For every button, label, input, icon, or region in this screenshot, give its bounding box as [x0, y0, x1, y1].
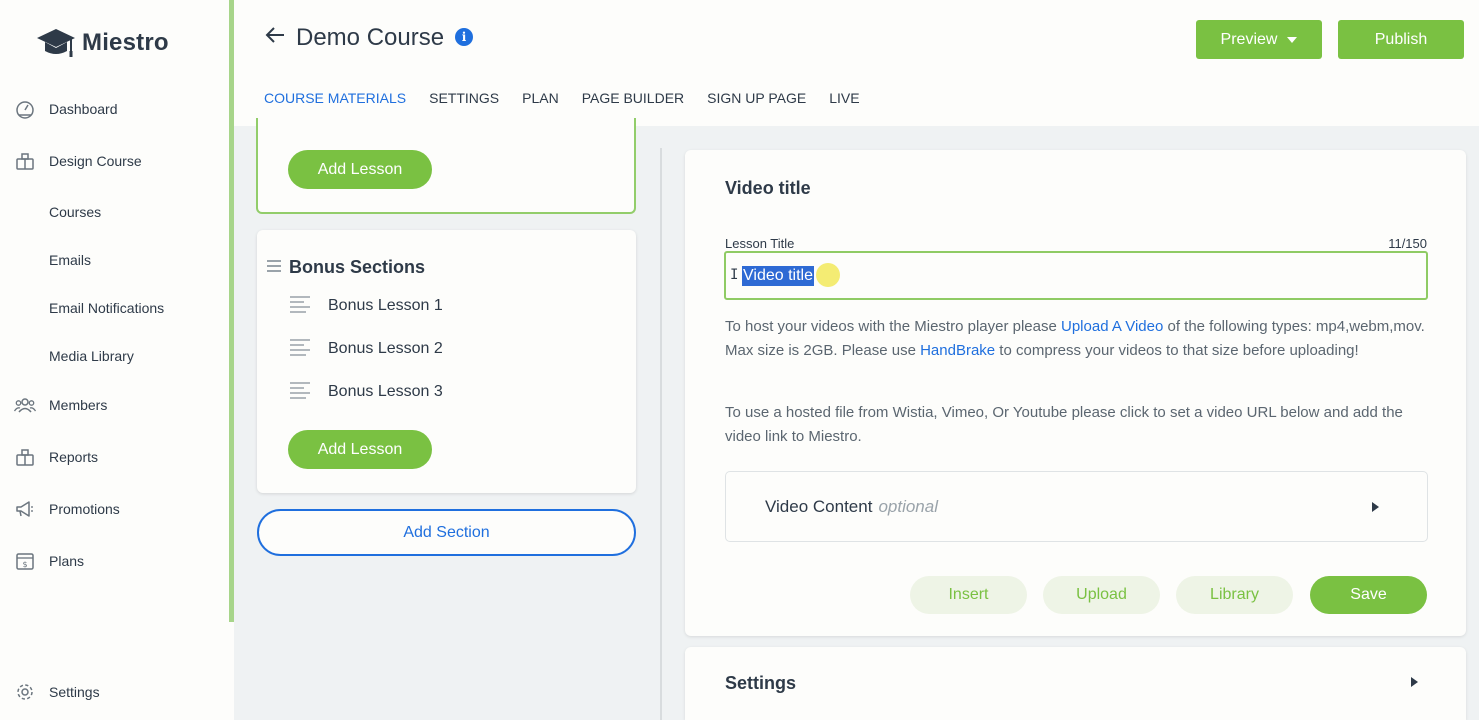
nav-media-library[interactable]: Media Library [49, 348, 134, 364]
info-icon[interactable]: i [455, 28, 473, 46]
main-content: Add Lesson Bonus Sections Bonus Lesson 1… [234, 118, 1479, 720]
nav-reports[interactable]: Reports [14, 446, 98, 468]
dashboard-gauge-icon [14, 98, 36, 120]
lesson-text-icon [290, 382, 310, 402]
video-content-title: Video Content [765, 497, 873, 516]
lesson-text-icon [290, 296, 310, 316]
lesson-item[interactable]: Bonus Lesson 1 [290, 296, 443, 316]
add-lesson-button[interactable]: Add Lesson [288, 430, 432, 469]
preview-button[interactable]: Preview [1196, 20, 1322, 59]
char-counter: 11/150 [1388, 236, 1427, 251]
megaphone-icon [14, 498, 36, 520]
gear-icon [14, 681, 36, 703]
help-text-part: To host your videos with the Miestro pla… [725, 318, 1061, 335]
nav-plans-label: Plans [49, 553, 85, 569]
design-course-icon [14, 150, 36, 172]
video-content-accordion[interactable]: Video Content optional [725, 471, 1428, 542]
nav-reports-label: Reports [49, 449, 99, 465]
text-cursor-icon: I [730, 267, 739, 283]
drag-handle-icon[interactable] [267, 260, 281, 275]
nav-emails[interactable]: Emails [49, 252, 91, 268]
lesson-item[interactable]: Bonus Lesson 3 [290, 382, 443, 402]
upload-button[interactable]: Upload [1043, 576, 1160, 614]
publish-button[interactable]: Publish [1338, 20, 1464, 59]
nav-settings[interactable]: Settings [14, 681, 100, 703]
lesson-title-value[interactable]: Video title [742, 266, 814, 286]
nav-dashboard-label: Dashboard [49, 101, 118, 117]
panel-divider [660, 148, 662, 720]
optional-tag: optional [878, 497, 938, 516]
nav-email-notifications[interactable]: Email Notifications [49, 300, 164, 316]
page-title: Demo Course [296, 24, 445, 51]
upload-video-link[interactable]: Upload A Video [1061, 318, 1163, 335]
editor-heading: Video title [725, 178, 811, 198]
lesson-title-label: Lesson Title [725, 236, 795, 251]
add-section-button[interactable]: Add Section [257, 509, 636, 556]
page-header: Demo Course i Preview Publish COURSE MAT… [234, 0, 1479, 126]
help-text-part: to compress your videos to that size bef… [995, 341, 1359, 359]
insert-button[interactable]: Insert [910, 576, 1027, 614]
click-indicator [816, 263, 840, 287]
svg-text:$: $ [22, 560, 27, 569]
nav-promotions-label: Promotions [49, 501, 120, 517]
section-card-previous: Add Lesson [256, 118, 636, 214]
nav-design-course[interactable]: Design Course [14, 150, 142, 172]
nav-members-label: Members [49, 397, 108, 413]
graduation-cap-icon [37, 29, 75, 57]
upload-help-text: To host your videos with the Miestro pla… [725, 315, 1425, 362]
caret-right-icon [1372, 502, 1379, 512]
nav-dashboard[interactable]: Dashboard [14, 98, 118, 120]
lesson-label: Bonus Lesson 3 [328, 383, 443, 400]
lesson-title-input[interactable]: I Video title [724, 251, 1428, 300]
video-content-label: Video Content optional [765, 497, 938, 517]
nav-courses[interactable]: Courses [49, 204, 101, 220]
tab-sign-up-page[interactable]: SIGN UP PAGE [707, 90, 806, 124]
lesson-item[interactable]: Bonus Lesson 2 [290, 339, 443, 359]
nav-plans[interactable]: $ Plans [14, 550, 84, 572]
reports-icon [14, 446, 36, 468]
save-button[interactable]: Save [1310, 576, 1427, 614]
caret-right-icon [1411, 677, 1418, 687]
video-editor-card: Video title Lesson Title 11/150 I Video … [685, 150, 1466, 636]
add-lesson-button[interactable]: Add Lesson [288, 150, 432, 189]
settings-accordion[interactable]: Settings [685, 647, 1466, 720]
plans-dollar-icon: $ [14, 550, 36, 572]
settings-accordion-label: Settings [725, 673, 797, 693]
lesson-label: Bonus Lesson 1 [328, 297, 443, 314]
lesson-text-icon [290, 339, 310, 359]
nav-design-course-label: Design Course [49, 153, 142, 169]
sidebar: Miestro Dashboard Design Course Courses … [0, 0, 229, 720]
lesson-label: Bonus Lesson 2 [328, 340, 443, 357]
nav-members[interactable]: Members [14, 394, 107, 416]
members-icon [14, 394, 36, 416]
hosted-help-text: To use a hosted file from Wistia, Vimeo,… [725, 404, 1403, 445]
nav-settings-label: Settings [49, 684, 100, 700]
back-arrow-icon[interactable] [264, 24, 286, 51]
library-button[interactable]: Library [1176, 576, 1293, 614]
nav-promotions[interactable]: Promotions [14, 498, 120, 520]
preview-button-label: Preview [1220, 30, 1278, 48]
caret-down-icon [1287, 36, 1298, 43]
app-name: Miestro [82, 29, 169, 56]
miestro-logo[interactable]: Miestro [36, 27, 169, 59]
handbrake-link[interactable]: HandBrake [920, 342, 995, 359]
tab-live[interactable]: LIVE [829, 90, 859, 124]
section-title[interactable]: Bonus Sections [289, 257, 425, 278]
section-card-bonus: Bonus Sections Bonus Lesson 1 Bonus Less… [257, 230, 636, 493]
